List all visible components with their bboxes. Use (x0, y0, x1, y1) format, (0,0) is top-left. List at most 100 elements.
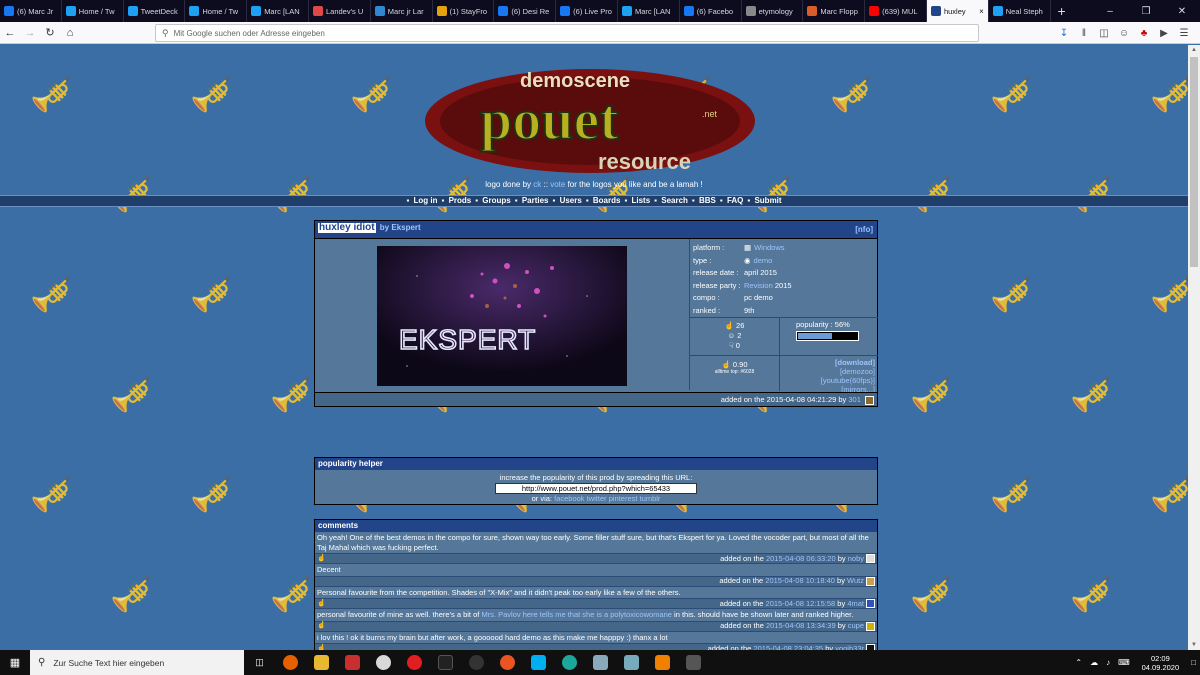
back-icon[interactable]: ← (0, 24, 20, 42)
browser-tab[interactable]: (1) StayFro (433, 0, 495, 22)
clock[interactable]: 02:09 04.09.2020 (1142, 654, 1180, 672)
network-icon[interactable]: ☁ (1090, 658, 1098, 667)
browser-tab[interactable]: (6) Live Pro (556, 0, 618, 22)
credit-author-link[interactable]: ck (533, 180, 541, 189)
app-icon[interactable] (678, 650, 709, 675)
reload-icon[interactable]: ↻ (40, 24, 60, 42)
browser-tab[interactable]: Neal Steph (989, 0, 1051, 22)
volume-icon[interactable]: ♪ (1106, 658, 1110, 667)
browser-tab[interactable]: Marc Flopp (803, 0, 866, 22)
firefox-icon[interactable] (275, 650, 306, 675)
sidebar-icon[interactable]: ◫ (1094, 28, 1114, 39)
edge-icon[interactable] (554, 650, 585, 675)
app-icon[interactable] (368, 650, 399, 675)
type-link[interactable]: demo (754, 255, 773, 268)
notification-icon[interactable]: □ (1191, 658, 1196, 667)
prod-link[interactable]: [youtube(60fps)] (821, 376, 875, 385)
windows-start-icon[interactable]: ▦ (0, 650, 30, 675)
prod-group-link[interactable]: by Ekspert (377, 223, 423, 233)
app-icon[interactable] (616, 650, 647, 675)
release-party-link[interactable]: Revision (744, 280, 773, 293)
menu-item-log-in[interactable]: ▪ Log in (405, 196, 438, 205)
library-icon[interactable]: ‖ (1074, 28, 1094, 39)
browser-tab[interactable]: (6) Desi Re (494, 0, 557, 22)
avatar[interactable] (865, 395, 874, 405)
task-view-icon[interactable]: ◫ (244, 650, 275, 675)
nfo-link[interactable]: [nfo] (855, 225, 873, 235)
home-icon[interactable]: ⌂ (60, 24, 80, 42)
taskbar-search[interactable]: ⚲ Zur Suche Text hier eingeben (30, 650, 244, 675)
browser-tab[interactable]: TweetDeck (124, 0, 186, 22)
comment-user-link[interactable]: 4mat (847, 599, 864, 608)
browser-tab[interactable]: Home / Tw (62, 0, 124, 22)
comment-date-link[interactable]: 2015-04-08 12:15:58 (766, 599, 836, 608)
prod-link[interactable]: [download] (821, 358, 875, 367)
minimize-icon[interactable]: – (1092, 0, 1128, 22)
scroll-up-icon[interactable]: ▲ (1188, 47, 1200, 53)
scroll-down-icon[interactable]: ▼ (1188, 642, 1200, 648)
avatar[interactable] (866, 576, 875, 586)
browser-tab[interactable]: Marc jr Lar (371, 0, 433, 22)
comment-link[interactable]: Mrs. Pavlov here tells me that she is a … (481, 610, 672, 619)
browser-tab[interactable]: etymology (742, 0, 804, 22)
prod-screenshot[interactable]: EKSPERT (377, 246, 627, 386)
ubuntu-icon[interactable] (492, 650, 523, 675)
account-icon[interactable]: ☺ (1114, 28, 1134, 39)
pouet-logo[interactable]: demoscene pouet .net resource (420, 57, 760, 180)
menu-item-users[interactable]: ▪ Users (552, 196, 583, 205)
avatar[interactable] (866, 554, 875, 564)
comment-user-link[interactable]: cupe (848, 621, 864, 630)
browser-tab[interactable]: Marc [LAN (247, 0, 309, 22)
download-icon[interactable]: ↧ (1054, 28, 1074, 39)
share-via-links[interactable]: facebook twitter pinterest tumblr (554, 494, 660, 503)
app-icon[interactable] (399, 650, 430, 675)
extension-icon[interactable]: ♣ (1134, 28, 1154, 39)
browser-tab[interactable]: (639) MUL (865, 0, 927, 22)
comment-date-link[interactable]: 2015-04-08 06:33:20 (766, 554, 836, 563)
browser-tab[interactable]: huxley × (926, 0, 989, 22)
skype-icon[interactable] (523, 650, 554, 675)
avatar[interactable] (866, 621, 875, 631)
speaker-icon[interactable]: ▶ (1154, 28, 1174, 39)
prod-title[interactable]: huxley idiot (318, 223, 376, 233)
credit-vote-link[interactable]: vote (550, 180, 565, 189)
browser-tab[interactable]: Home / Tw (185, 0, 248, 22)
comment-date-link[interactable]: 2015-04-08 13:34:39 (766, 621, 836, 630)
menu-item-faq[interactable]: ▪ FAQ (719, 196, 745, 205)
browser-tab[interactable]: Marc [LAN (618, 0, 680, 22)
close-tab-icon[interactable]: × (977, 7, 984, 16)
menu-item-search[interactable]: ▪ Search (653, 196, 689, 205)
tray-chevron-icon[interactable]: ⌃ (1075, 658, 1082, 667)
menu-item-lists[interactable]: ▪ Lists (623, 196, 651, 205)
menu-item-groups[interactable]: ▪ Groups (474, 196, 512, 205)
obs-icon[interactable] (461, 650, 492, 675)
browser-tab[interactable]: (6) Facebo (680, 0, 742, 22)
added-user-link[interactable]: 301 (848, 395, 861, 404)
page-scrollbar[interactable]: ▲ ▼ (1188, 45, 1200, 650)
menu-item-parties[interactable]: ▪ Parties (514, 196, 550, 205)
address-bar[interactable]: ⚲ Mit Google suchen oder Adresse eingebe… (155, 24, 979, 42)
forward-icon[interactable]: → (20, 24, 40, 42)
browser-tab[interactable]: (6) Marc Jr (0, 0, 62, 22)
new-tab-button[interactable]: + (1051, 0, 1073, 22)
comment-user-link[interactable]: Wutz (847, 576, 864, 585)
comment-user-link[interactable]: noby (848, 554, 864, 563)
app-icon[interactable] (585, 650, 616, 675)
scrollbar-thumb[interactable] (1190, 57, 1198, 267)
platform-link[interactable]: Windows (754, 242, 784, 255)
vlc-icon[interactable] (647, 650, 678, 675)
menu-item-submit[interactable]: ▪ Submit (746, 196, 782, 205)
share-url-field[interactable]: http://www.pouet.net/prod.php?which=6543… (495, 483, 697, 494)
maximize-icon[interactable]: ❐ (1128, 0, 1164, 22)
prod-link[interactable]: [demozoo] (821, 367, 875, 376)
menu-item-prods[interactable]: ▪ Prods (441, 196, 473, 205)
menu-item-boards[interactable]: ▪ Boards (585, 196, 622, 205)
menu-item-bbs[interactable]: ▪ BBS (691, 196, 717, 205)
file-explorer-icon[interactable] (306, 650, 337, 675)
app-icon[interactable] (430, 650, 461, 675)
menu-icon[interactable]: ☰ (1174, 28, 1194, 39)
keyboard-icon[interactable]: ⌨ (1118, 658, 1130, 667)
avatar[interactable] (866, 599, 875, 609)
browser-tab[interactable]: Landev's U (309, 0, 371, 22)
comment-date-link[interactable]: 2015-04-08 10:18:40 (765, 576, 835, 585)
